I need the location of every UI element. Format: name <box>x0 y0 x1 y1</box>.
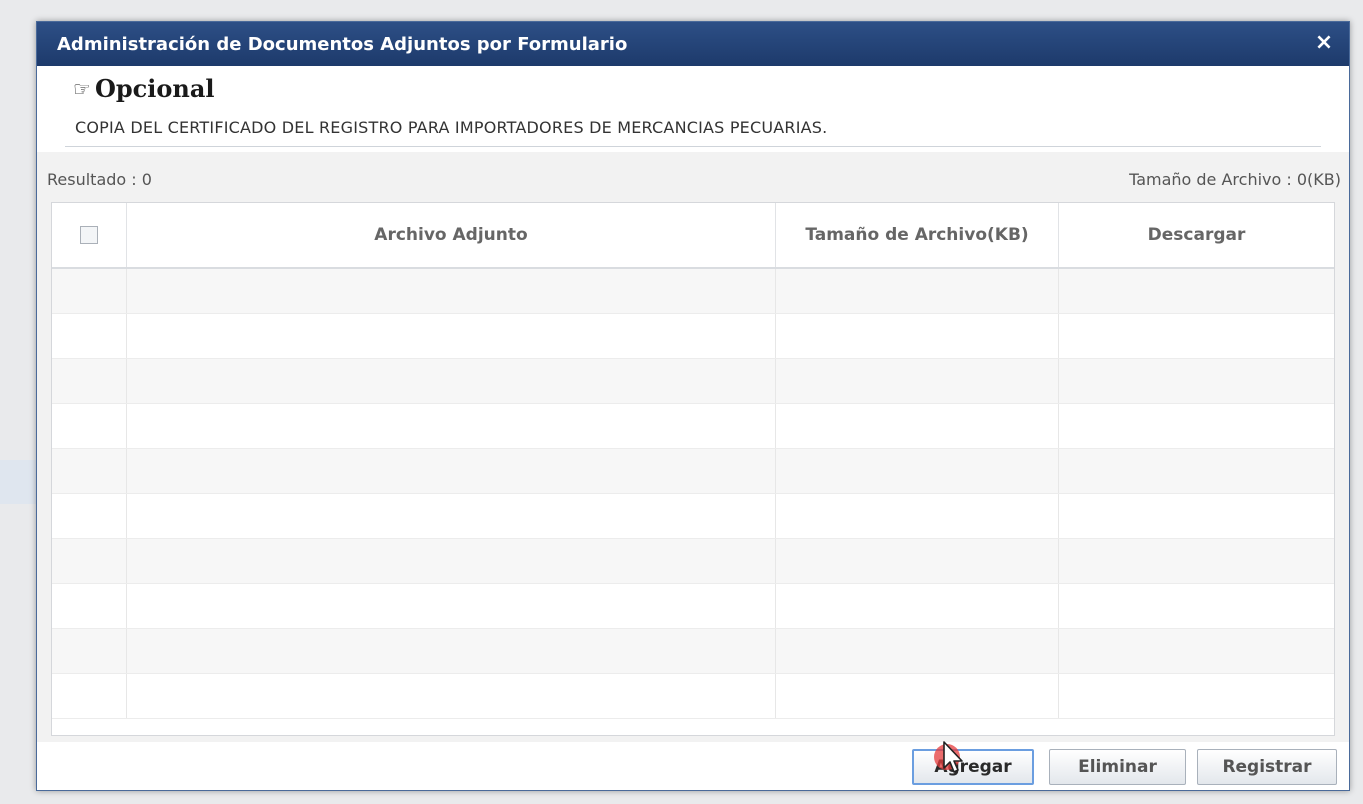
table-row <box>52 674 1334 719</box>
background-band <box>0 460 38 504</box>
dialog-footer: Agregar Eliminar Registrar <box>37 740 1349 790</box>
document-description: COPIA DEL CERTIFICADO DEL REGISTRO PARA … <box>75 118 828 137</box>
table-row <box>52 629 1334 674</box>
divider <box>65 146 1321 147</box>
select-all-cell <box>52 203 127 267</box>
table-row <box>52 359 1334 404</box>
attachments-dialog: Administración de Documentos Adjuntos po… <box>36 21 1350 791</box>
close-icon[interactable]: × <box>1309 28 1339 58</box>
table-row <box>52 404 1334 449</box>
select-all-checkbox[interactable] <box>80 226 98 244</box>
section-heading: ☞ Opcional <box>73 74 214 103</box>
table-row <box>52 494 1334 539</box>
attachments-table: Archivo Adjunto Tamaño de Archivo(KB) De… <box>51 202 1335 736</box>
dialog-title: Administración de Documentos Adjuntos po… <box>57 33 628 55</box>
table-header: Archivo Adjunto Tamaño de Archivo(KB) De… <box>52 203 1334 269</box>
table-row <box>52 314 1334 359</box>
column-header-tamano[interactable]: Tamaño de Archivo(KB) <box>776 203 1059 267</box>
column-header-descargar[interactable]: Descargar <box>1059 203 1334 267</box>
result-count: Resultado : 0 <box>47 170 152 189</box>
mouse-pointer-icon <box>943 741 963 773</box>
total-file-size: Tamaño de Archivo : 0(KB) <box>1129 170 1341 189</box>
eliminar-button[interactable]: Eliminar <box>1049 749 1186 785</box>
dialog-titlebar: Administración de Documentos Adjuntos po… <box>37 22 1349 66</box>
table-row <box>52 584 1334 629</box>
table-row <box>52 269 1334 314</box>
heading-text: Opcional <box>94 74 215 103</box>
pointing-hand-icon: ☞ <box>73 76 91 101</box>
table-row <box>52 449 1334 494</box>
registrar-button[interactable]: Registrar <box>1197 749 1337 785</box>
column-header-archivo[interactable]: Archivo Adjunto <box>127 203 776 267</box>
table-row <box>52 539 1334 584</box>
agregar-button[interactable]: Agregar <box>912 749 1034 785</box>
table-body <box>52 269 1334 735</box>
attachments-panel: Resultado : 0 Tamaño de Archivo : 0(KB) … <box>37 152 1349 742</box>
